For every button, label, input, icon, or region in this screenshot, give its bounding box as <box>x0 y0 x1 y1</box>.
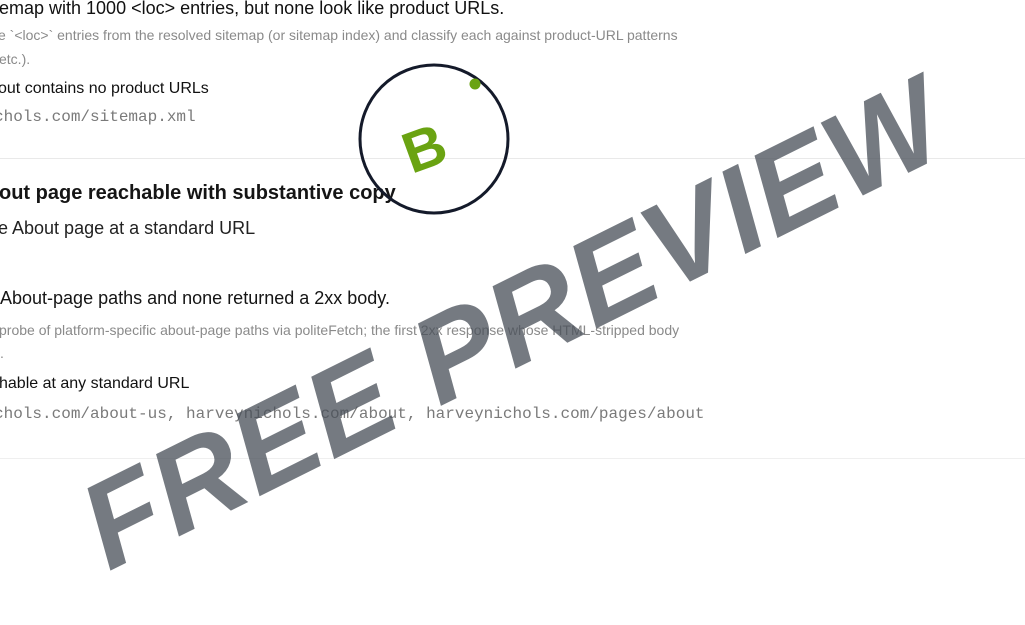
section-divider <box>0 158 1025 159</box>
about-check-subtitle: e About page at a standard URL <box>0 218 256 238</box>
grade-progress-dot <box>469 78 481 90</box>
section-divider <box>0 458 1025 459</box>
about-check-description-continued: . <box>0 345 4 361</box>
grade-badge: B <box>357 62 511 216</box>
sitemap-check-description-continued: etc.). <box>0 51 31 67</box>
about-check-finding: About-page paths and none returned a 2xx… <box>0 288 390 308</box>
about-check-verdict: hable at any standard URL <box>0 375 190 392</box>
sitemap-evidence-url: chols.com/sitemap.xml <box>0 108 196 126</box>
about-evidence-urls: chols.com/about-us, harveynichols.com/ab… <box>0 405 705 423</box>
about-check-title: out page reachable with substantive copy <box>0 182 396 204</box>
grade-letter: B <box>394 111 456 186</box>
about-check-description: probe of platform-specific about-page pa… <box>0 322 680 338</box>
sitemap-check-heading: emap with 1000 <loc> entries, but none l… <box>0 0 505 18</box>
grade-ring-icon: B <box>358 63 510 215</box>
sitemap-check-description: e `<loc>` entries from the resolved site… <box>0 27 678 43</box>
sitemap-check-verdict: out contains no product URLs <box>0 80 209 97</box>
